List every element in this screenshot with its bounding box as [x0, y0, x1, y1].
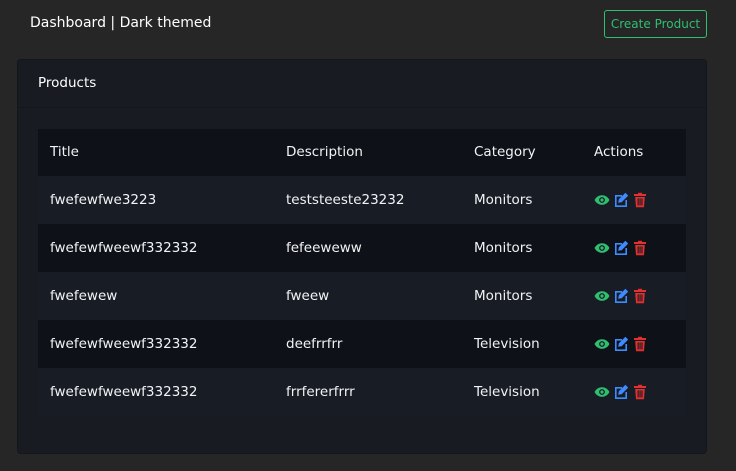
table-header-row: Title Description Category Actions — [38, 129, 686, 176]
row-title: fwefewfweewf332332 — [50, 240, 198, 256]
edit-icon[interactable] — [613, 336, 629, 352]
row-category: Monitors — [474, 192, 533, 208]
row-category: Monitors — [474, 240, 533, 256]
products-table: Title Description Category Actions fwefe… — [38, 129, 686, 416]
edit-icon[interactable] — [613, 192, 629, 208]
eye-icon[interactable] — [594, 192, 610, 208]
column-header-category: Category — [474, 144, 536, 160]
row-description: fefeeweww — [286, 240, 362, 256]
edit-icon[interactable] — [613, 384, 629, 400]
edit-icon[interactable] — [613, 288, 629, 304]
row-actions — [594, 384, 651, 400]
eye-icon[interactable] — [594, 336, 610, 352]
card-title: Products — [38, 75, 97, 91]
row-title: fwefewfwe3223 — [50, 192, 157, 208]
eye-icon[interactable] — [594, 384, 610, 400]
row-category: Monitors — [474, 288, 533, 304]
products-card: Products Title Description Category Acti… — [17, 59, 707, 454]
trash-icon[interactable] — [632, 288, 648, 304]
table-row: fwefewew fweew Monitors — [38, 272, 686, 320]
trash-icon[interactable] — [632, 240, 648, 256]
trash-icon[interactable] — [632, 336, 648, 352]
row-actions — [594, 192, 651, 208]
row-description: deefrrfrr — [286, 336, 343, 352]
row-description: fweew — [286, 288, 330, 304]
row-actions — [594, 288, 651, 304]
row-title: fwefewew — [50, 288, 118, 304]
table-row: fwefewfwe3223 teststeeste23232 Monitors — [38, 176, 686, 224]
trash-icon[interactable] — [632, 384, 648, 400]
page-title: Dashboard | Dark themed — [30, 15, 212, 31]
top-bar: Dashboard | Dark themed Create Product — [0, 0, 736, 48]
card-header: Products — [18, 60, 706, 108]
create-product-button[interactable]: Create Product — [604, 10, 707, 38]
table-row: fwefewfweewf332332 fefeeweww Monitors — [38, 224, 686, 272]
table-row: fwefewfweewf332332 deefrrfrr Television — [38, 320, 686, 368]
row-title: fwefewfweewf332332 — [50, 336, 198, 352]
column-header-title: Title — [50, 144, 79, 160]
row-title: fwefewfweewf332332 — [50, 384, 198, 400]
column-header-description: Description — [286, 144, 363, 160]
trash-icon[interactable] — [632, 192, 648, 208]
column-header-actions: Actions — [594, 144, 644, 160]
table-row: fwefewfweewf332332 frrfererfrrr Televisi… — [38, 368, 686, 416]
row-actions — [594, 336, 651, 352]
row-description: frrfererfrrr — [286, 384, 355, 400]
row-description: teststeeste23232 — [286, 192, 405, 208]
edit-icon[interactable] — [613, 240, 629, 256]
row-category: Television — [474, 336, 540, 352]
eye-icon[interactable] — [594, 288, 610, 304]
row-actions — [594, 240, 651, 256]
row-category: Television — [474, 384, 540, 400]
eye-icon[interactable] — [594, 240, 610, 256]
